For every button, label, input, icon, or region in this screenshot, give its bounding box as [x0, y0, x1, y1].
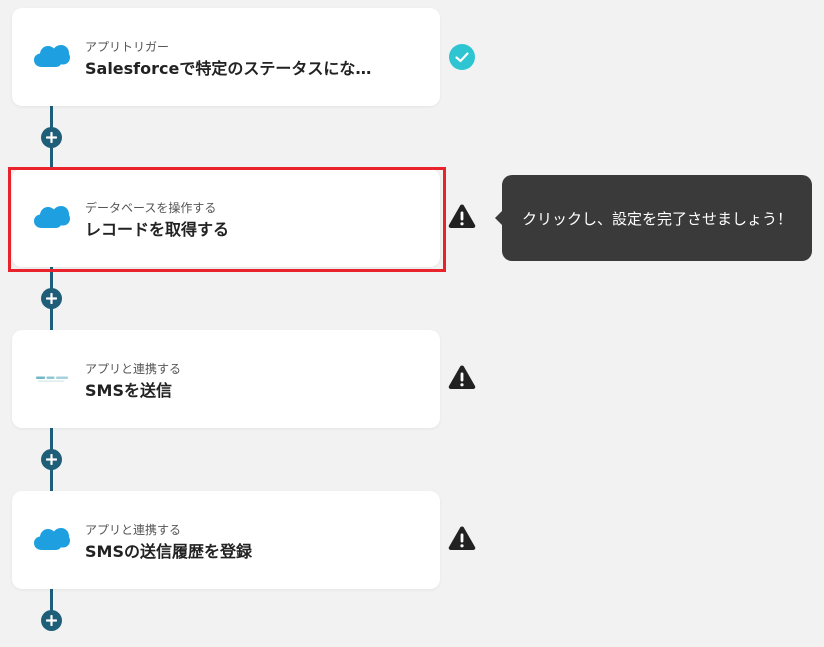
salesforce-icon	[34, 43, 70, 69]
step-category-label: データベースを操作する	[85, 201, 217, 215]
flow-step-card-trigger[interactable]: アプリトリガー Salesforceで特定のステータスにな…	[12, 8, 440, 106]
sms-service-logo-icon	[34, 365, 70, 391]
flow-step-card-send-sms[interactable]: アプリと連携する SMSを送信	[12, 330, 440, 428]
plus-icon	[46, 615, 57, 626]
step-status-warning	[448, 202, 476, 230]
check-circle-icon	[449, 44, 475, 70]
tooltip-text: クリックし、設定を完了させましょう！	[521, 209, 792, 228]
salesforce-icon	[34, 526, 70, 552]
add-step-button[interactable]	[41, 127, 62, 148]
add-step-button[interactable]	[41, 610, 62, 631]
add-step-button[interactable]	[41, 288, 62, 309]
salesforce-icon	[34, 204, 70, 230]
flow-step-card-register-history[interactable]: アプリと連携する SMSの送信履歴を登録	[12, 491, 440, 589]
flow-step-card-get-record[interactable]: データベースを操作する レコードを取得する	[12, 169, 440, 267]
hint-tooltip: クリックし、設定を完了させましょう！	[495, 175, 812, 261]
step-title: Salesforceで特定のステータスにな…	[85, 59, 372, 78]
step-category-label: アプリトリガー	[85, 40, 170, 54]
plus-icon	[46, 454, 57, 465]
step-category-label: アプリと連携する	[85, 362, 182, 376]
add-step-button[interactable]	[41, 449, 62, 470]
step-status-complete	[448, 43, 476, 71]
plus-icon	[46, 132, 57, 143]
step-status-warning	[448, 524, 476, 552]
step-title: SMSの送信履歴を登録	[85, 542, 252, 561]
step-title: SMSを送信	[85, 381, 172, 400]
warning-icon	[448, 365, 476, 389]
step-title: レコードを取得する	[85, 220, 230, 239]
step-category-label: アプリと連携する	[85, 523, 182, 537]
warning-icon	[448, 526, 476, 550]
warning-icon	[448, 204, 476, 228]
step-status-warning	[448, 363, 476, 391]
plus-icon	[46, 293, 57, 304]
